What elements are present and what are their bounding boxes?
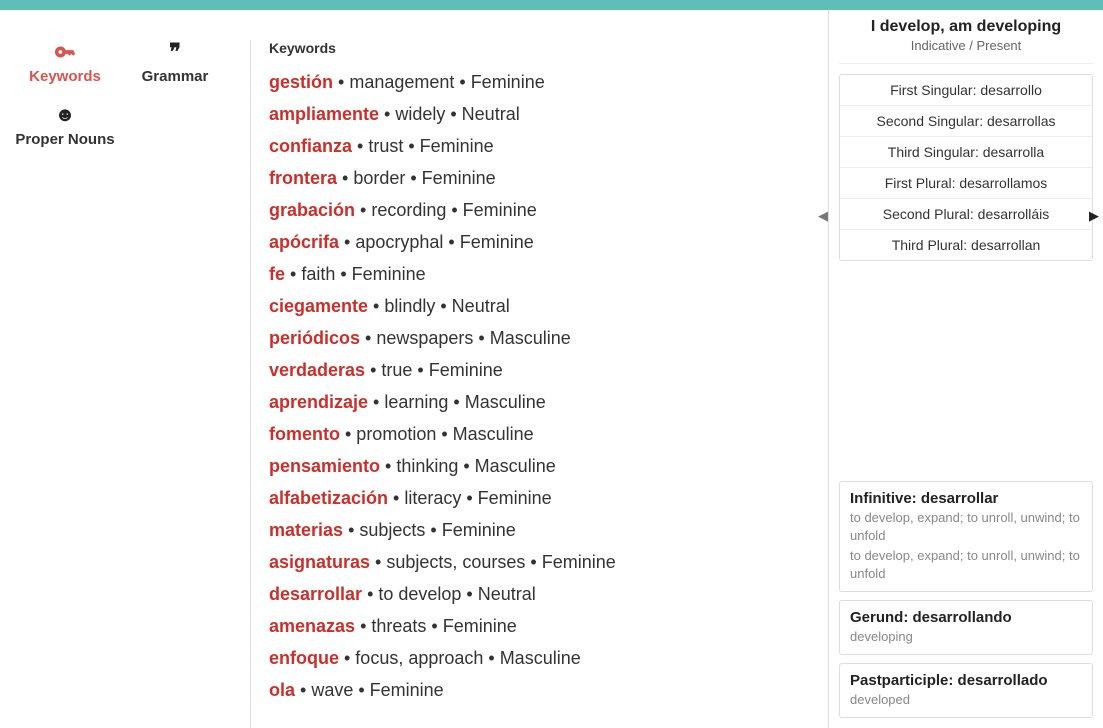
conjugation-row[interactable]: Third Plural: desarrollan bbox=[840, 230, 1092, 260]
keyword-meta: • apocryphal • Feminine bbox=[339, 232, 534, 252]
keyword-meta: • thinking • Masculine bbox=[380, 456, 556, 476]
nav-grammar[interactable]: ❞ Grammar bbox=[120, 40, 230, 85]
nav-grammar-label: Grammar bbox=[120, 68, 230, 85]
keyword-word: verdaderas bbox=[269, 360, 365, 380]
keyword-word: gestión bbox=[269, 72, 333, 92]
keyword-word: confianza bbox=[269, 136, 352, 156]
keyword-row[interactable]: grabación • recording • Feminine bbox=[269, 194, 818, 226]
infinitive-title: Infinitive: desarrollar bbox=[850, 490, 1082, 507]
keyword-row[interactable]: amenazas • threats • Feminine bbox=[269, 610, 818, 642]
gerund-title: Gerund: desarrollando bbox=[850, 609, 1082, 626]
keyword-meta: • true • Feminine bbox=[365, 360, 503, 380]
conjugation-row[interactable]: Second Plural: desarrolláis bbox=[840, 199, 1092, 230]
keyword-word: materias bbox=[269, 520, 343, 540]
keyword-word: ampliamente bbox=[269, 104, 379, 124]
prev-arrow[interactable]: ◀ bbox=[818, 208, 828, 224]
keyword-row[interactable]: aprendizaje • learning • Masculine bbox=[269, 386, 818, 418]
keyword-meta: • literacy • Feminine bbox=[388, 488, 552, 508]
keyword-meta: • border • Feminine bbox=[337, 168, 496, 188]
keyword-row[interactable]: desarrollar • to develop • Neutral bbox=[269, 578, 818, 610]
content-pane: Keywords gestión • management • Feminine… bbox=[250, 40, 828, 728]
keyword-row[interactable]: enfoque • focus, approach • Masculine bbox=[269, 642, 818, 674]
key-icon bbox=[10, 40, 120, 64]
keyword-row[interactable]: ampliamente • widely • Neutral bbox=[269, 98, 818, 130]
keyword-row[interactable]: materias • subjects • Feminine bbox=[269, 514, 818, 546]
nav-proper-nouns[interactable]: ☻ Proper Nouns bbox=[10, 103, 120, 148]
keyword-meta: • faith • Feminine bbox=[285, 264, 426, 284]
keyword-row[interactable]: fe • faith • Feminine bbox=[269, 258, 818, 290]
keyword-word: apócrifa bbox=[269, 232, 339, 252]
gerund-desc: developing bbox=[850, 628, 1082, 646]
infinitive-card[interactable]: Infinitive: desarrollar to develop, expa… bbox=[839, 481, 1093, 592]
nav-proper-nouns-label: Proper Nouns bbox=[10, 131, 120, 148]
keyword-row[interactable]: ola • wave • Feminine bbox=[269, 674, 818, 706]
keyword-meta: • blindly • Neutral bbox=[368, 296, 510, 316]
keyword-meta: • trust • Feminine bbox=[352, 136, 494, 156]
keyword-word: asignaturas bbox=[269, 552, 370, 572]
nav-tabs: Keywords ❞ Grammar ☻ Proper Nouns bbox=[0, 40, 250, 728]
keyword-meta: • management • Feminine bbox=[333, 72, 545, 92]
keyword-meta: • widely • Neutral bbox=[379, 104, 520, 124]
conjugation-row[interactable]: First Plural: desarrollamos bbox=[840, 168, 1092, 199]
keyword-word: ola bbox=[269, 680, 295, 700]
keyword-row[interactable]: asignaturas • subjects, courses • Femini… bbox=[269, 546, 818, 578]
keyword-word: ciegamente bbox=[269, 296, 368, 316]
keyword-word: enfoque bbox=[269, 648, 339, 668]
gerund-card[interactable]: Gerund: desarrollando developing bbox=[839, 600, 1093, 655]
keyword-row[interactable]: apócrifa • apocryphal • Feminine bbox=[269, 226, 818, 258]
keyword-word: desarrollar bbox=[269, 584, 362, 604]
next-arrow[interactable]: ▶ bbox=[1089, 208, 1099, 224]
keyword-row[interactable]: confianza • trust • Feminine bbox=[269, 130, 818, 162]
conjugation-row[interactable]: Third Singular: desarrolla bbox=[840, 137, 1092, 168]
conjugation-title: I develop, am developing bbox=[839, 18, 1093, 36]
right-panel: I develop, am developing Indicative / Pr… bbox=[828, 10, 1103, 728]
keyword-row[interactable]: gestión • management • Feminine bbox=[269, 66, 818, 98]
spacer bbox=[839, 261, 1093, 473]
keyword-word: frontera bbox=[269, 168, 337, 188]
pastparticiple-card[interactable]: Pastparticiple: desarrollado developed bbox=[839, 663, 1093, 718]
keyword-meta: • learning • Masculine bbox=[368, 392, 546, 412]
keyword-row[interactable]: verdaderas • true • Feminine bbox=[269, 354, 818, 386]
left-panel: Keywords ❞ Grammar ☻ Proper Nouns Keywor… bbox=[0, 10, 828, 728]
keyword-word: alfabetización bbox=[269, 488, 388, 508]
conjugation-row[interactable]: First Singular: desarrollo bbox=[840, 75, 1092, 106]
smile-icon: ☻ bbox=[10, 103, 120, 127]
keyword-meta: • newspapers • Masculine bbox=[360, 328, 571, 348]
main-area: Keywords ❞ Grammar ☻ Proper Nouns Keywor… bbox=[0, 10, 1103, 728]
pastparticiple-desc: developed bbox=[850, 691, 1082, 709]
top-accent-bar bbox=[0, 0, 1103, 10]
keyword-list: gestión • management • Feminineampliamen… bbox=[269, 66, 818, 706]
conjugation-subtitle: Indicative / Present bbox=[839, 38, 1093, 64]
keyword-meta: • to develop • Neutral bbox=[362, 584, 536, 604]
keyword-row[interactable]: fomento • promotion • Masculine bbox=[269, 418, 818, 450]
keyword-row[interactable]: frontera • border • Feminine bbox=[269, 162, 818, 194]
keyword-word: fomento bbox=[269, 424, 340, 444]
keyword-meta: • recording • Feminine bbox=[355, 200, 537, 220]
keyword-meta: • wave • Feminine bbox=[295, 680, 444, 700]
keyword-meta: • subjects, courses • Feminine bbox=[370, 552, 616, 572]
infinitive-desc2: to develop, expand; to unroll, unwind; t… bbox=[850, 547, 1082, 583]
content-title: Keywords bbox=[269, 40, 818, 56]
keyword-word: aprendizaje bbox=[269, 392, 368, 412]
nav-keywords[interactable]: Keywords bbox=[10, 40, 120, 85]
keyword-meta: • threats • Feminine bbox=[355, 616, 517, 636]
pastparticiple-title: Pastparticiple: desarrollado bbox=[850, 672, 1082, 689]
conjugation-row[interactable]: Second Singular: desarrollas bbox=[840, 106, 1092, 137]
keyword-row[interactable]: ciegamente • blindly • Neutral bbox=[269, 290, 818, 322]
conjugation-table: First Singular: desarrolloSecond Singula… bbox=[839, 74, 1093, 261]
keyword-word: periódicos bbox=[269, 328, 360, 348]
quote-icon: ❞ bbox=[120, 40, 230, 64]
keyword-word: grabación bbox=[269, 200, 355, 220]
infinitive-desc1: to develop, expand; to unroll, unwind; t… bbox=[850, 509, 1082, 545]
keyword-meta: • subjects • Feminine bbox=[343, 520, 516, 540]
keyword-word: fe bbox=[269, 264, 285, 284]
keyword-row[interactable]: pensamiento • thinking • Masculine bbox=[269, 450, 818, 482]
keyword-word: amenazas bbox=[269, 616, 355, 636]
keyword-row[interactable]: alfabetización • literacy • Feminine bbox=[269, 482, 818, 514]
nav-keywords-label: Keywords bbox=[10, 68, 120, 85]
keyword-meta: • focus, approach • Masculine bbox=[339, 648, 581, 668]
keyword-row[interactable]: periódicos • newspapers • Masculine bbox=[269, 322, 818, 354]
keyword-word: pensamiento bbox=[269, 456, 380, 476]
keyword-meta: • promotion • Masculine bbox=[340, 424, 534, 444]
